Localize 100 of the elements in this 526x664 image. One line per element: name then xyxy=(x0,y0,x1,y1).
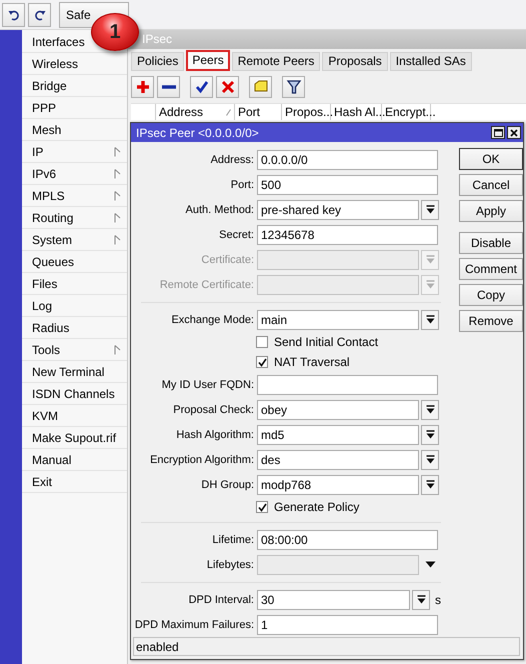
field-label: Hash Algorithm: xyxy=(175,428,255,440)
input-field[interactable]: 1 xyxy=(257,614,438,634)
dialog-button[interactable]: Remove xyxy=(459,310,523,332)
input-field[interactable] xyxy=(257,374,438,394)
menu-item[interactable]: ISDN Channels xyxy=(22,383,127,405)
tab[interactable]: Proposals xyxy=(322,52,388,71)
tab[interactable]: Remote Peers xyxy=(232,52,320,71)
dropdown-icon xyxy=(426,405,434,414)
menu-item[interactable]: PPP xyxy=(22,97,127,119)
filter-button[interactable] xyxy=(282,76,305,98)
input-field[interactable]: 0.0.0.0/0 xyxy=(257,150,438,170)
dropdown-icon xyxy=(416,595,426,604)
dropdown-button[interactable] xyxy=(412,590,430,610)
dialog-button[interactable]: OK xyxy=(459,148,523,170)
menu-item[interactable]: IP xyxy=(22,141,127,163)
field-label: My ID User FQDN: xyxy=(160,378,255,390)
dropdown-field[interactable] xyxy=(257,274,419,294)
menu-item[interactable]: Manual xyxy=(22,449,127,471)
unit-label: s xyxy=(435,592,441,606)
dropdown-button[interactable] xyxy=(421,310,439,330)
input-field[interactable]: 08:00:00 xyxy=(257,530,438,550)
checkmark-icon xyxy=(258,502,266,512)
close-icon xyxy=(510,128,518,136)
dropdown-field[interactable]: 30 xyxy=(257,590,410,610)
menu-item[interactable]: Bridge xyxy=(22,75,127,97)
menu-item[interactable]: IPv6 xyxy=(22,163,127,185)
dialog-button[interactable]: Copy xyxy=(459,284,523,306)
menu-item[interactable]: Radius xyxy=(22,317,127,339)
dropdown-icon xyxy=(426,430,434,439)
field-label: Secret: xyxy=(218,228,255,240)
status-bar: enabled xyxy=(133,637,520,656)
checkbox-label: Generate Policy xyxy=(274,500,360,514)
dropdown-field[interactable]: main xyxy=(257,310,419,330)
menu-item[interactable]: Routing xyxy=(22,207,127,229)
field-label: Remote Certificate: xyxy=(158,278,255,290)
field-label: DH Group: xyxy=(200,478,255,490)
menu-item[interactable]: Wireless xyxy=(22,53,127,75)
redo-button[interactable] xyxy=(28,2,51,26)
menu-item[interactable]: New Terminal xyxy=(22,361,127,383)
menu-item[interactable]: Make Supout.rif xyxy=(22,427,127,449)
dialog-button[interactable]: Comment xyxy=(459,258,523,280)
menu-item[interactable]: Mesh xyxy=(22,119,127,141)
checkbox-label: Send Initial Contact xyxy=(274,335,378,349)
dropdown-icon xyxy=(426,455,434,464)
dropdown-icon xyxy=(426,280,434,289)
menu-item[interactable]: Files xyxy=(22,273,127,295)
checkbox[interactable] xyxy=(256,501,268,513)
column-header[interactable]: Port xyxy=(235,104,282,120)
dialog-button[interactable]: Cancel xyxy=(459,174,523,196)
field-label: Auth. Method: xyxy=(184,204,255,216)
tab[interactable]: Peers xyxy=(186,50,230,71)
maximize-button[interactable] xyxy=(491,126,505,139)
column-header[interactable]: Address xyxy=(156,104,235,120)
filter-icon xyxy=(286,79,302,96)
menu-item[interactable]: System xyxy=(22,229,127,251)
tab[interactable]: Policies xyxy=(131,52,184,71)
dropdown-field[interactable] xyxy=(257,250,419,270)
redo-icon xyxy=(34,8,46,20)
note-button[interactable] xyxy=(249,76,272,98)
dropdown-field[interactable]: des xyxy=(257,450,419,470)
add-button[interactable] xyxy=(131,76,154,98)
menu-item[interactable]: MPLS xyxy=(22,185,127,207)
undo-button[interactable] xyxy=(2,2,25,26)
menu-item[interactable]: Queues xyxy=(22,251,127,273)
dropdown-field[interactable]: md5 xyxy=(257,424,419,444)
cross-button[interactable] xyxy=(216,76,239,98)
dropdown-button[interactable] xyxy=(421,424,439,444)
field-label: Lifebytes: xyxy=(206,558,255,570)
dialog-button[interactable]: Apply xyxy=(459,200,523,222)
menu-item[interactable]: Log xyxy=(22,295,127,317)
input-field[interactable]: 12345678 xyxy=(257,224,438,244)
check-button[interactable] xyxy=(190,76,213,98)
checkbox[interactable] xyxy=(256,336,268,348)
dropdown-field[interactable]: obey xyxy=(257,400,419,420)
menu-item[interactable]: Tools xyxy=(22,339,127,361)
dropdown-button[interactable] xyxy=(421,400,439,420)
field-label: DPD Interval: xyxy=(188,594,255,606)
tab[interactable]: Installed SAs xyxy=(390,52,472,71)
dropdown-button[interactable] xyxy=(421,450,439,470)
column-header[interactable]: Hash Al... xyxy=(331,104,382,120)
dropdown-button[interactable] xyxy=(421,200,439,220)
remove-button[interactable] xyxy=(157,76,180,98)
field-label: Exchange Mode: xyxy=(170,314,255,326)
maximize-icon xyxy=(494,128,502,136)
dropdown-field[interactable]: modp768 xyxy=(257,474,419,494)
checkbox[interactable] xyxy=(256,356,268,368)
field-label: DPD Maximum Failures: xyxy=(134,618,255,630)
input-field[interactable]: 500 xyxy=(257,174,438,194)
dialog-button[interactable]: Disable xyxy=(459,232,523,254)
field-label: Address: xyxy=(210,154,255,166)
dropdown-field[interactable]: pre-shared key xyxy=(257,200,419,220)
close-button[interactable] xyxy=(507,126,521,139)
dropdown-button[interactable] xyxy=(421,474,439,494)
field-label: Encryption Algorithm: xyxy=(149,454,255,466)
dropdown-icon xyxy=(426,205,434,214)
menu-item[interactable]: Exit xyxy=(22,471,127,493)
menu-item[interactable]: KVM xyxy=(22,405,127,427)
column-header[interactable]: Propos... xyxy=(282,104,331,120)
dropdown-field[interactable] xyxy=(257,554,419,574)
dropdown-arrow-icon[interactable] xyxy=(424,561,436,568)
